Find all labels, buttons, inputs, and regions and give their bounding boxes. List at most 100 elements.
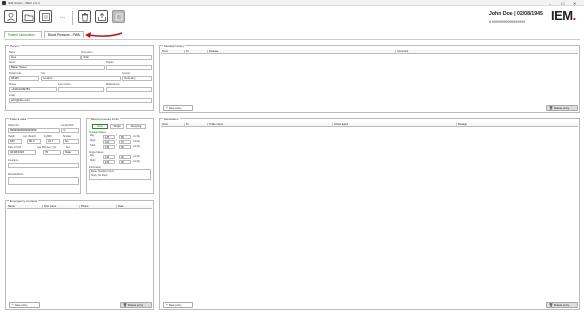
patient-name-header: John Doe | 02/08/1945	[489, 11, 543, 17]
col-role[interactable]: Role	[117, 205, 152, 209]
avg-night-dia-field[interactable]: 70	[119, 140, 131, 144]
insurance-field[interactable]	[8, 163, 79, 168]
age-label: Age PW-Ges. Typ	[37, 146, 57, 149]
emergency-delete-entry-button[interactable]: 🗑Delete entry	[120, 302, 152, 308]
first-name-field[interactable]: John	[81, 55, 152, 60]
medication-new-entry-button[interactable]: +New entry	[163, 302, 193, 308]
region-field[interactable]	[106, 65, 152, 70]
patient-id-field[interactable]: 99999999999999999	[8, 128, 60, 133]
avg-night-sys-field[interactable]: 120	[103, 140, 115, 144]
gender-label: Gender/PW	[61, 124, 74, 127]
emergency-contacts-panel: Emergency contacts Name First name Phone…	[5, 199, 154, 310]
minimize-button[interactable]: –	[549, 1, 551, 6]
avg-day-dia-field[interactable]: 85	[119, 135, 131, 139]
col-from[interactable]: From	[161, 50, 185, 54]
single-night-dia-field[interactable]: 80	[119, 160, 131, 164]
more-menu-button[interactable]: ...	[60, 14, 65, 20]
single-night-unit: mmHg	[133, 160, 140, 163]
avg-total-sys-field[interactable]: 130	[103, 145, 115, 149]
patient-button[interactable]	[4, 10, 17, 23]
col-disease[interactable]: Disease	[208, 50, 396, 54]
fax-label: Fax number	[58, 83, 71, 86]
patient-data-panel: Patient data Patient ID 9999999999999999…	[5, 117, 81, 194]
col-phone[interactable]: Phone	[80, 205, 117, 209]
medical-history-new-entry-button[interactable]: +New entry	[163, 105, 193, 111]
col-active-agent[interactable]: Active agent	[333, 123, 457, 127]
tab-blood-pressure-pwa[interactable]: Blood Pressure - PWA	[44, 31, 84, 38]
remark-label: Remark/Room	[8, 173, 24, 176]
single-day-sys-field[interactable]: 140	[103, 155, 115, 159]
slash: /	[116, 155, 117, 157]
bp-tab-stepping[interactable]: Stepping	[126, 124, 146, 129]
single-night-sys-field[interactable]: 125	[103, 160, 115, 164]
single-day-unit: mmHg	[133, 155, 140, 158]
avg-total-dia-field[interactable]: 80	[119, 145, 131, 149]
dob-field[interactable]: 02/08/1945	[8, 150, 36, 155]
medical-history-delete-entry-button[interactable]: 🗑Delete entry	[546, 105, 578, 111]
bp-tab-single[interactable]: Single	[110, 124, 124, 129]
first-name-label: First name	[81, 51, 93, 54]
region-label: Region	[106, 61, 114, 64]
slash: /	[116, 140, 117, 142]
col-dosage[interactable]: Dosage	[457, 123, 578, 127]
app-icon	[2, 1, 6, 5]
info-mode: Mode: Standard / Auto	[91, 171, 114, 173]
emergency-new-entry-button[interactable]: +New entry	[9, 302, 40, 308]
patient-data-title: Patient data	[9, 117, 28, 121]
age-field[interactable]: 79	[43, 150, 61, 155]
col-name[interactable]: Name	[7, 205, 43, 209]
col-comment[interactable]: Comment	[396, 50, 578, 54]
medication-delete-entry-button[interactable]: 🗑Delete entry	[546, 302, 578, 308]
gender-field[interactable]: m	[61, 128, 79, 133]
mobile-label: Mobilephone	[106, 83, 120, 86]
bp-limits-title: Blood pressure limits	[90, 117, 120, 121]
sex-field[interactable]: Male	[63, 150, 79, 155]
remark-field[interactable]	[8, 177, 79, 185]
phone-field[interactable]: +44012409789	[9, 87, 57, 92]
single-values-label: Single Values	[89, 151, 104, 154]
maximize-button[interactable]: ☐	[561, 1, 565, 6]
trash-icon: 🗑	[123, 303, 128, 307]
delete-button[interactable]	[78, 10, 91, 23]
smoker-field[interactable]: No	[63, 139, 79, 144]
mobile-field[interactable]	[106, 87, 152, 92]
name-field[interactable]: Doe	[9, 55, 81, 60]
database-button[interactable]	[39, 10, 52, 23]
avg-night-label: Night	[90, 140, 96, 142]
insurance-label: Insurance	[8, 159, 19, 162]
grid-button[interactable]	[112, 10, 125, 23]
col-first-name[interactable]: First name	[43, 205, 80, 209]
height-field[interactable]: 180	[8, 139, 22, 144]
col-trade-name[interactable]: Trade name	[208, 123, 333, 127]
open-folder-button[interactable]	[22, 10, 35, 23]
avg-day-unit: mmHg	[133, 135, 140, 138]
fax-field[interactable]	[58, 87, 104, 92]
street-field[interactable]: Baker Street	[9, 65, 105, 70]
col-from[interactable]: From	[161, 123, 185, 127]
slash: /	[116, 160, 117, 162]
col-to[interactable]: To	[185, 50, 208, 54]
plus-icon: +	[12, 303, 14, 307]
tab-patient-information[interactable]: Patient Information	[4, 31, 42, 38]
email-field[interactable]: john@doe.com	[9, 98, 152, 103]
weight-field[interactable]: 80.0	[27, 139, 41, 144]
avg-day-sys-field[interactable]: 135	[103, 135, 115, 139]
bmi-field[interactable]: 24.7	[46, 139, 60, 144]
sex-label: Sex	[66, 146, 71, 149]
name-label: Name	[9, 51, 16, 54]
country-field[interactable]: Germany	[122, 76, 152, 81]
postal-code-field[interactable]: 93445	[9, 76, 39, 81]
postal-code-label: Postal code	[9, 72, 22, 75]
patient-id-header: # 99999999999999999	[489, 20, 526, 24]
export-button[interactable]	[95, 10, 108, 23]
medical-history-title: Medical history	[163, 44, 186, 48]
col-to[interactable]: To	[185, 123, 208, 127]
window-title: IEM Studio - IBEX 2.0.4	[8, 1, 40, 6]
single-day-dia-field[interactable]: 90	[119, 155, 131, 159]
bp-tab-esh[interactable]: ESH	[92, 124, 108, 129]
single-night-label: Night	[90, 160, 96, 162]
bmi-label: kg BMI	[44, 135, 52, 138]
city-field[interactable]: London	[41, 76, 121, 81]
weight-label: curr. Weight	[23, 135, 36, 138]
close-button[interactable]: ✕	[573, 1, 576, 6]
